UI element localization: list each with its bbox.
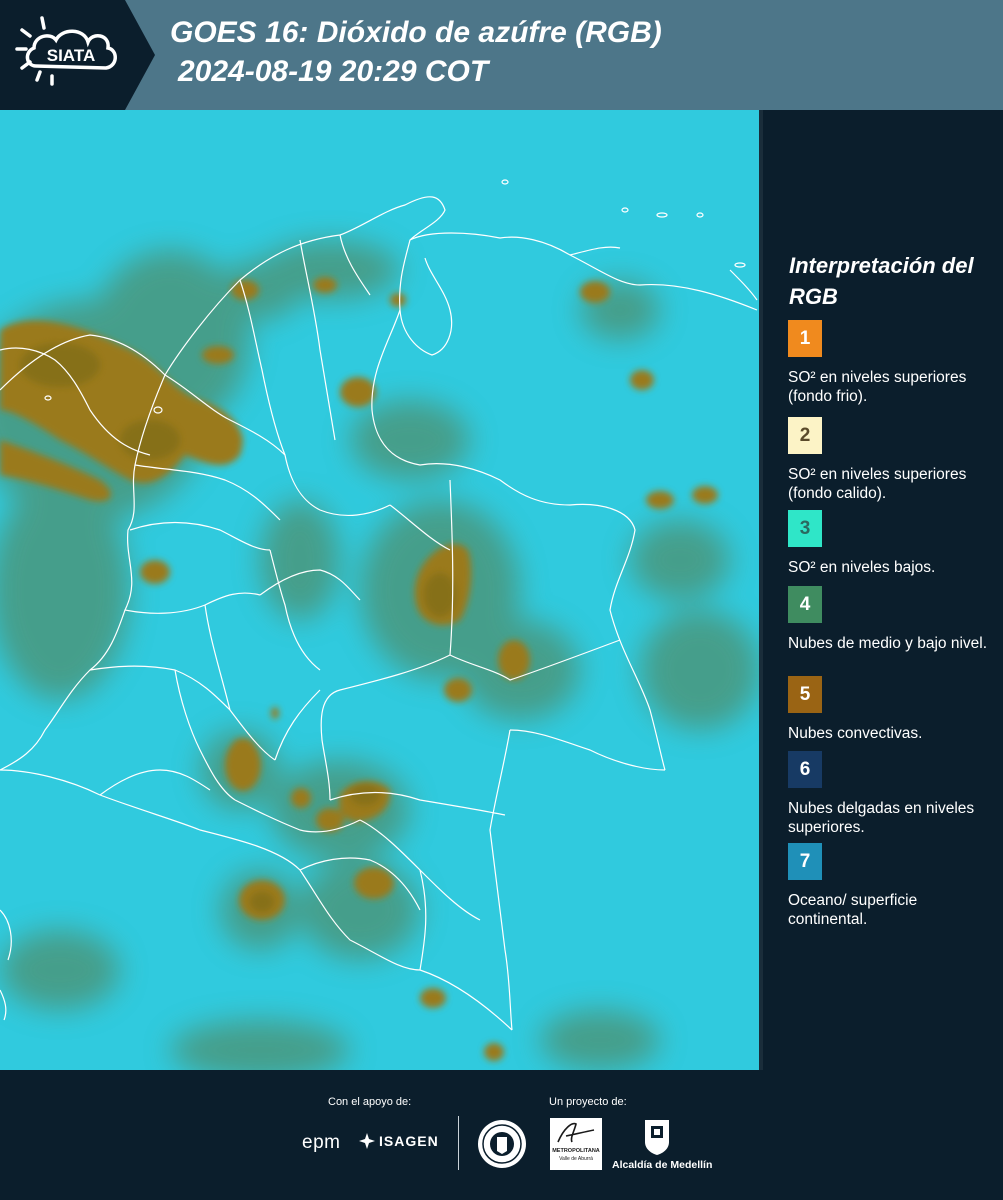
medellin-seal-logo [478,1120,526,1168]
legend-item-3: 3 SO² en niveles bajos. [788,510,1000,577]
title-line-2: 2024-08-19 20:29 COT [178,55,489,88]
legend-swatch-2: 2 [788,417,822,454]
footer-divider [458,1116,459,1170]
isagen-logo-text: ISAGEN [379,1133,439,1149]
legend-item-6: 6 Nubes delgadas en niveles superiores. [788,751,1000,837]
area-metropolitana-logo: METROPOLITANA Valle de Aburrá [550,1118,602,1170]
legend-description-3: SO² en niveles bajos. [788,559,936,576]
legend-item-5: 5 Nubes convectivas. [788,676,1000,743]
alcaldia-label: Alcaldía de Medellín [612,1159,713,1171]
support-label: Con el apoyo de: [328,1096,412,1108]
title-line-1: GOES 16: Dióxido de azúfre (RGB) [170,16,662,49]
legend-description-5: Nubes convectivas. [788,725,923,742]
amva-text-line1: METROPOLITANA [552,1148,600,1154]
legend-panel: Interpretación del RGB 1 SO² en niveles s… [763,110,1003,1070]
legend-swatch-7: 7 [788,843,822,880]
legend-item-1: 1 SO² en niveles superiores (fondo frio). [788,320,1000,406]
amva-text-line2: Valle de Aburrá [559,1156,593,1162]
legend-description-4: Nubes de medio y bajo nivel. [788,635,988,652]
legend-swatch-5: 5 [788,676,822,713]
siata-logo: SIATA [0,0,155,110]
isagen-logo: ISAGEN [358,1132,439,1150]
legend-item-4: 4 Nubes de medio y bajo nivel. [788,586,1000,653]
epm-logo-text: epm [302,1132,341,1153]
area-script-icon [557,1122,595,1143]
satellite-composite [0,110,759,1070]
legend-swatch-1: 1 [788,320,822,357]
header-bar: SIATA GOES 16: Dióxido de azúfre (RGB) 2… [0,0,1003,110]
epm-logo: epm [302,1132,340,1154]
legend-description-2: SO² en niveles superiores (fondo calido)… [788,466,967,502]
legend-description-7: Oceano/ superficie continental. [788,892,918,928]
satellite-image [0,110,759,1070]
alcaldia-shield-icon [645,1120,669,1155]
project-label: Un proyecto de: [549,1096,627,1108]
legend-item-2: 2 SO² en niveles superiores (fondo calido… [788,417,1000,503]
legend-swatch-3: 3 [788,510,822,547]
logo-text: SIATA [47,46,95,65]
legend-description-1: SO² en niveles superiores (fondo frio). [788,369,967,405]
legend-swatch-4: 4 [788,586,822,623]
isagen-mark-icon [359,1133,375,1149]
footer: Con el apoyo de: Un proyecto de: epm ISA… [0,1070,1003,1200]
legend-swatch-6: 6 [788,751,822,788]
legend-description-6: Nubes delgadas en niveles superiores. [788,800,975,836]
legend-item-7: 7 Oceano/ superficie continental. [788,843,1000,929]
legend-title: Interpretación del RGB [789,253,974,309]
